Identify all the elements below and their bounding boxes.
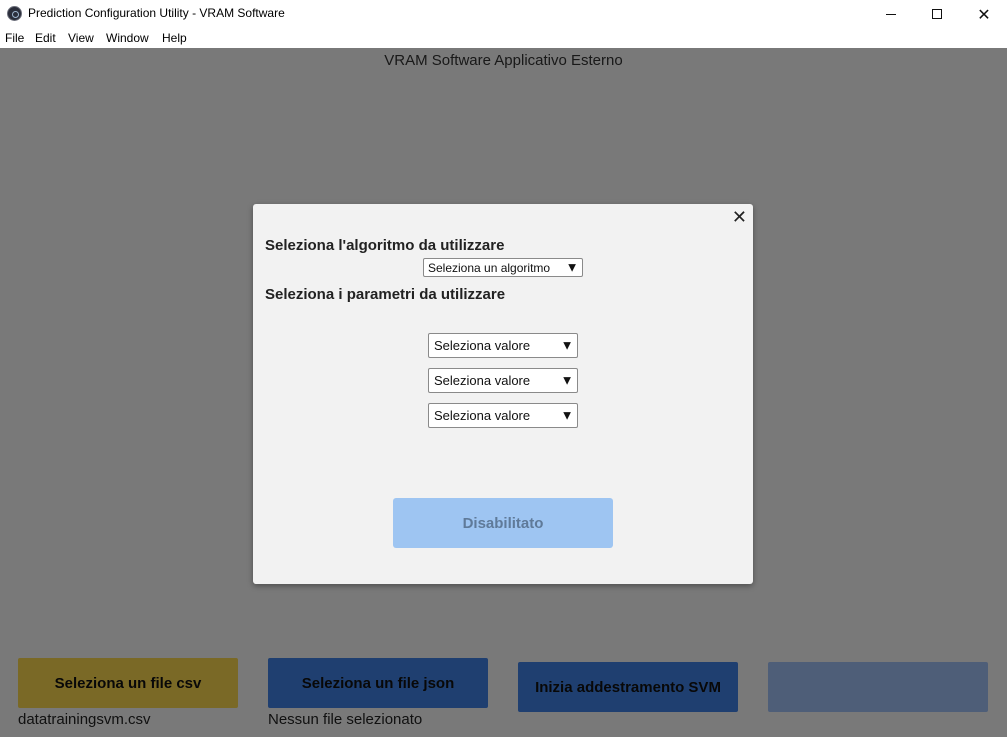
parameter-select-2[interactable]: Seleziona valore ▼ [428,368,578,393]
menu-edit[interactable]: Edit [35,31,56,45]
algorithm-select-value: Seleziona un algoritmo [428,260,551,275]
chevron-down-icon: ▼ [563,340,571,351]
menu-bar: File Edit View Window Help [0,28,1007,48]
disabled-submit-button: Disabilitato [393,498,613,548]
window-title: Prediction Configuration Utility - VRAM … [28,6,285,20]
chevron-down-icon: ▼ [563,410,571,421]
close-icon: ✕ [977,4,991,24]
algorithm-heading: Seleziona l'algoritmo da utilizzare [265,237,505,254]
close-window-button[interactable]: ✕ [961,0,1007,28]
maximize-icon [932,9,942,19]
parameter-select-1[interactable]: Seleziona valore ▼ [428,333,578,358]
parameter-select-value: Seleziona valore [434,408,531,423]
chevron-down-icon: ▼ [568,262,576,273]
parameters-heading: Seleziona i parametri da utilizzare [265,286,506,303]
disabled-submit-label: Disabilitato [462,514,544,532]
maximize-button[interactable] [914,0,960,28]
close-dialog-icon[interactable]: ✕ [732,207,747,228]
menu-file[interactable]: File [5,31,24,45]
configuration-dialog: ✕ Seleziona l'algoritmo da utilizzare Se… [253,204,753,584]
algorithm-select[interactable]: Seleziona un algoritmo ▼ [423,258,583,277]
minimize-button[interactable] [868,0,914,28]
parameter-select-value: Seleziona valore [434,338,531,353]
app-icon [7,6,22,21]
menu-help[interactable]: Help [162,31,187,45]
minimize-icon [886,13,896,15]
chevron-down-icon: ▼ [563,375,571,386]
menu-view[interactable]: View [68,31,94,45]
title-bar: Prediction Configuration Utility - VRAM … [0,0,1007,28]
menu-window[interactable]: Window [106,31,149,45]
parameter-select-value: Seleziona valore [434,373,531,388]
parameter-select-3[interactable]: Seleziona valore ▼ [428,403,578,428]
